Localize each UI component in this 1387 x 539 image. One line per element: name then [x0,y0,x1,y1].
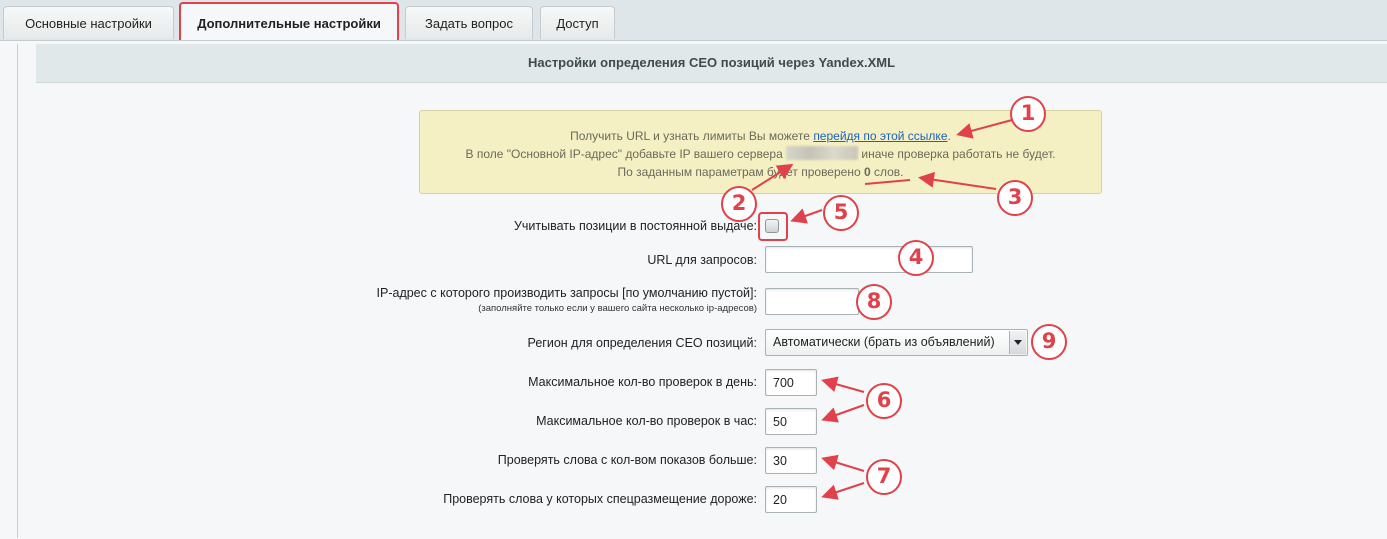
annotation-badge-8: 8 [856,284,892,320]
arrow-7a [821,454,865,472]
annotation-badge-4: 4 [898,240,934,276]
arrow-7b [821,482,865,500]
underline-3 [864,179,911,185]
arrow-6a [821,376,865,393]
arrow-1 [956,119,1013,139]
annotation-arrows [751,119,1013,500]
annotation-badge-2: 2 [721,186,757,222]
arrow-3 [918,171,997,190]
arrow-6b [821,404,865,423]
annotation-badge-7: 7 [866,459,902,495]
arrow-5 [790,208,823,224]
annotation-badge-5: 5 [823,195,859,231]
arrow-2 [751,163,794,191]
annotation-badge-9: 9 [1031,324,1067,360]
annotation-badge-3: 3 [997,180,1033,216]
annotation-badge-1: 1 [1010,96,1046,132]
annotation-badge-6: 6 [866,383,902,419]
